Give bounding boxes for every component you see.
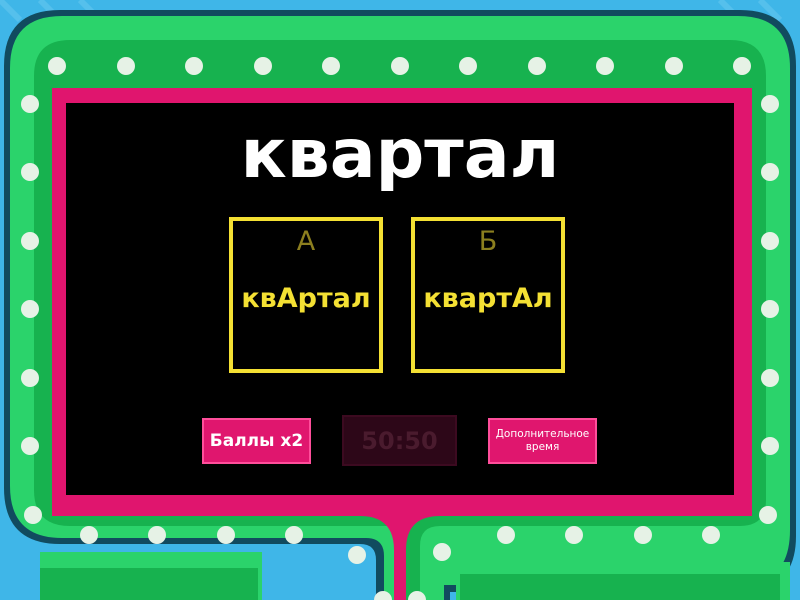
answer-text: квартАл: [423, 283, 553, 314]
frame-stem-right-inner: [460, 574, 780, 600]
answer-option-b[interactable]: Б квартАл: [411, 217, 565, 373]
answer-letter: А: [296, 226, 316, 257]
answer-letter: Б: [478, 226, 498, 257]
double-points-button[interactable]: Баллы x2: [202, 418, 311, 464]
extra-time-button[interactable]: Дополнительное время: [488, 418, 597, 464]
question-text: квартал: [240, 115, 560, 194]
game-board: [0, 0, 800, 600]
frame-stem-left-inner: [40, 568, 258, 600]
answer-option-a[interactable]: А квАртал: [229, 217, 383, 373]
answer-text: квАртал: [241, 283, 371, 314]
fifty-fifty-button[interactable]: 50:50: [342, 415, 457, 466]
